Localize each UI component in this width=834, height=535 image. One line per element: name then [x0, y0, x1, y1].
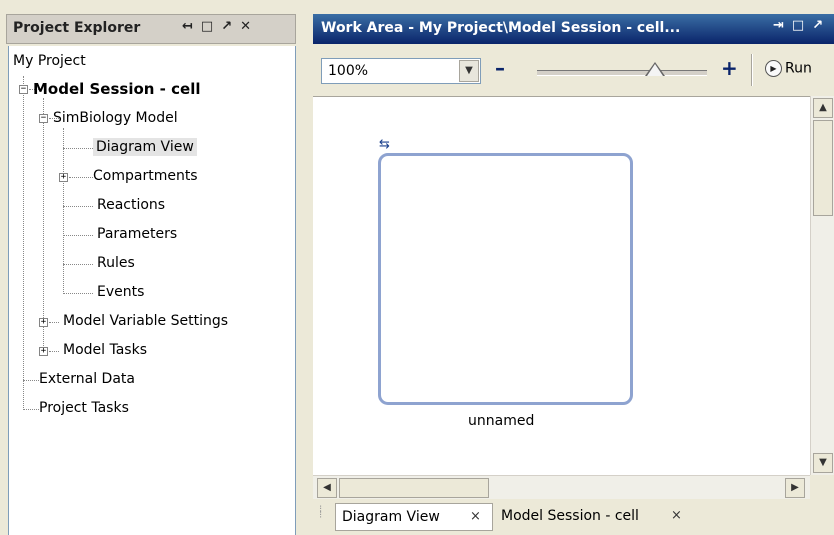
- zoom-slider-track[interactable]: [537, 70, 707, 76]
- tab-diagram-view[interactable]: Diagram View ×: [335, 503, 493, 531]
- expand-icon[interactable]: +: [39, 318, 48, 327]
- scrollbar-corner: [810, 475, 834, 499]
- project-tree: − − + + + My Project Model Session - cel…: [8, 46, 296, 535]
- close-icon[interactable]: ×: [470, 504, 481, 530]
- chevron-down-icon[interactable]: ▼: [459, 60, 479, 82]
- project-explorer-panel: Project Explorer ↤□↗✕ − − + + + My Proje…: [2, 0, 305, 535]
- tree-connector: [23, 409, 39, 410]
- expand-icon[interactable]: +: [59, 173, 68, 182]
- close-icon[interactable]: ✕: [240, 19, 259, 34]
- tree-node-model-variable-settings[interactable]: Model Variable Settings: [63, 312, 228, 330]
- document-tab-bar: ⁝ ⁝ Diagram View × Model Session - cell ×: [313, 499, 834, 535]
- work-area-controls: ⇥□↗: [773, 18, 831, 33]
- zoom-out-button[interactable]: –: [495, 56, 505, 80]
- tree-node-events[interactable]: Events: [97, 283, 144, 301]
- zoom-slider-thumb[interactable]: [647, 64, 663, 76]
- tree-node-project-tasks[interactable]: Project Tasks: [39, 399, 129, 417]
- project-explorer-controls: ↤□↗✕: [182, 19, 259, 34]
- play-icon: ▶: [765, 60, 782, 77]
- expand-icon[interactable]: +: [39, 347, 48, 356]
- work-area-title: Work Area - My Project\Model Session - c…: [321, 20, 681, 36]
- tree-node-my-project[interactable]: My Project: [13, 52, 86, 70]
- diagram-canvas[interactable]: ⇆ unnamed: [313, 96, 810, 475]
- zoom-select[interactable]: 100% ▼: [321, 58, 481, 84]
- tree-connector: [63, 148, 93, 149]
- tree-connector: [49, 351, 59, 352]
- close-icon[interactable]: ×: [671, 503, 682, 529]
- tree-node-parameters[interactable]: Parameters: [97, 225, 177, 243]
- tree-node-reactions[interactable]: Reactions: [97, 196, 165, 214]
- zoom-in-button[interactable]: +: [721, 56, 738, 80]
- collapse-icon[interactable]: −: [19, 85, 28, 94]
- tree-connector: [63, 264, 93, 265]
- tree-node-rules[interactable]: Rules: [97, 254, 135, 272]
- float-icon[interactable]: ↗: [221, 19, 240, 34]
- tree-connector: [49, 322, 59, 323]
- vertical-scroll-thumb[interactable]: [813, 120, 833, 216]
- dock-icon[interactable]: ⇥: [773, 18, 792, 33]
- maximize-icon[interactable]: □: [201, 19, 221, 34]
- tree-node-label: Compartments: [93, 168, 198, 184]
- horizontal-scroll-thumb[interactable]: [339, 478, 489, 498]
- tab-label: Model Session - cell: [501, 508, 639, 524]
- tab-label: Diagram View: [342, 509, 440, 525]
- undock-icon[interactable]: ↤: [182, 19, 201, 34]
- tree-node-diagram-view[interactable]: Diagram View: [93, 138, 197, 156]
- run-label: Run: [785, 60, 812, 77]
- compartment-block[interactable]: [378, 153, 633, 405]
- tree-connector: [63, 293, 93, 294]
- project-explorer-title-bar: Project Explorer ↤□↗✕: [6, 14, 296, 44]
- toolbar-separator: [751, 54, 753, 86]
- grip-icon[interactable]: ⁝ ⁝: [319, 505, 322, 521]
- scroll-left-icon[interactable]: ◀: [317, 478, 337, 498]
- tree-node-simbiology-model[interactable]: SimBiology Model: [53, 109, 178, 127]
- tree-connector: [63, 206, 93, 207]
- scroll-right-icon[interactable]: ▶: [785, 478, 805, 498]
- zoom-value: 100%: [328, 63, 369, 79]
- tree-node-model-tasks[interactable]: Model Tasks: [63, 341, 147, 359]
- work-area-title-bar: Work Area - My Project\Model Session - c…: [313, 14, 834, 44]
- work-area-panel: Work Area - My Project\Model Session - c…: [309, 0, 834, 535]
- compartment-label[interactable]: unnamed: [468, 413, 534, 429]
- tree-connector: [23, 76, 24, 410]
- tab-model-session[interactable]: Model Session - cell ×: [495, 503, 695, 531]
- cycle-icon[interactable]: ⇆: [379, 137, 390, 152]
- horizontal-scrollbar[interactable]: ◀ ▶: [313, 475, 810, 499]
- vertical-scrollbar[interactable]: ▲ ▼: [810, 96, 834, 475]
- run-button[interactable]: ▶ Run: [765, 60, 812, 77]
- collapse-icon[interactable]: −: [39, 114, 48, 123]
- scroll-up-icon[interactable]: ▲: [813, 98, 833, 118]
- tree-node-external-data[interactable]: External Data: [39, 370, 135, 388]
- tree-node-compartments[interactable]: Compartments: [73, 167, 198, 185]
- maximize-icon[interactable]: □: [792, 18, 812, 33]
- project-explorer-title: Project Explorer: [13, 20, 141, 36]
- float-icon[interactable]: ↗: [812, 18, 831, 33]
- diagram-toolbar: 100% ▼ – + ▶ Run: [313, 44, 834, 96]
- tree-node-model-session[interactable]: Model Session - cell: [33, 80, 200, 98]
- tree-connector: [23, 380, 39, 381]
- tree-connector: [63, 235, 93, 236]
- tree-connector: [63, 128, 64, 294]
- scroll-down-icon[interactable]: ▼: [813, 453, 833, 473]
